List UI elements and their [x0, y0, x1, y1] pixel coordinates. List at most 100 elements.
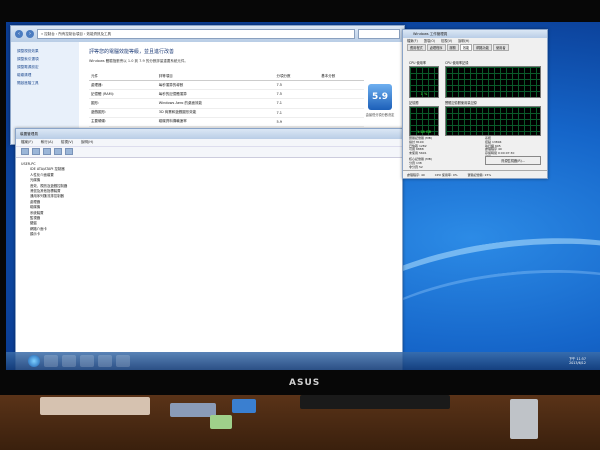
desk-device — [170, 403, 216, 417]
cpu-usage-label: CPU 使用率 — [409, 61, 427, 65]
column-header-subscore: 分項分數 — [274, 72, 320, 81]
sidebar-link-visual-effects[interactable]: 調整視覺效果 — [17, 49, 73, 54]
status-memory: 實體記憶體: 15% — [467, 172, 492, 177]
row-description: 3D 商業和遊戲圖形效能 — [156, 108, 275, 118]
taskbar: 下午 11:57 2013/6/12 — [6, 352, 600, 370]
search-input[interactable] — [358, 29, 400, 39]
desk-usb-drive — [210, 415, 232, 429]
menu-help[interactable]: 說明(H) — [81, 140, 93, 145]
row-description: 每秒運算的導數 — [156, 80, 275, 91]
back-arrow-icon[interactable]: ‹ — [15, 30, 23, 38]
memory-gauge: 1.28 GB — [409, 106, 439, 136]
sidebar-link-indexing[interactable]: 調整索引選項 — [17, 57, 73, 62]
desk-surface — [0, 395, 600, 450]
taskbar-controlpanel-icon[interactable] — [116, 355, 130, 367]
tab-users[interactable]: 使用者 — [493, 44, 509, 51]
address-bar: ‹ › « 控制台 › 所有控制台項目 › 效能資訊及工具 — [11, 26, 404, 42]
sidebar-link-power[interactable]: 調整電源設定 — [17, 65, 73, 70]
stat-row: 未使用 5691 — [409, 151, 432, 156]
menu-action[interactable]: 執行(A) — [41, 140, 53, 145]
status-cpu: CPU 使用率: 0% — [434, 172, 458, 177]
stat-label: 非分頁 — [409, 164, 419, 169]
clock-date: 2013/6/12 — [569, 361, 586, 365]
stat-value: 5691 — [418, 151, 427, 156]
desk-cup — [510, 399, 538, 439]
table-row: 處理器: 每秒運算的導數 7.5 — [89, 80, 364, 91]
page-title: 評等您的電腦效能等級，並且進行改善 — [89, 49, 175, 55]
menu-bar: 檔案(F) 執行(A) 檢視(V) 說明(H) — [16, 139, 402, 147]
row-score: 5.9 — [274, 117, 320, 127]
row-component: 圖形: — [89, 98, 157, 109]
desktop-screen: ‹ › « 控制台 › 所有控制台項目 › 效能資訊及工具 調整視覺效果 調整索… — [6, 22, 600, 370]
taskbar-ie-icon[interactable] — [44, 355, 58, 367]
tab-applications[interactable]: 應用程式 — [407, 44, 426, 51]
column-header-basescore: 基本分數 — [319, 72, 364, 81]
monitor-stand — [300, 395, 450, 409]
taskbar-explorer-icon[interactable] — [62, 355, 76, 367]
menu-view[interactable]: 檢視(V) — [61, 140, 73, 145]
table-row: 記憶體 (RAM): 每秒的記憶體運算 7.5 — [89, 89, 364, 100]
tab-performance[interactable]: 效能 — [459, 44, 473, 51]
column-header-rated: 評等項目 — [156, 72, 275, 81]
table-row: 遊戲圖形: 3D 商業和遊戲圖形效能 7.1 — [89, 108, 364, 118]
menu-file[interactable]: 檔案(F) — [21, 140, 33, 145]
scan-icon[interactable] — [65, 148, 73, 155]
kernel-memory-stats: 核心記憶體 (MB) 分頁 138 非分頁 52 — [409, 157, 432, 170]
base-score-caption: 由最低分項分數決定 — [365, 113, 395, 117]
row-score: 7.5 — [274, 80, 320, 91]
device-manager-window[interactable]: 裝置管理員 檔案(F) 執行(A) 檢視(V) 說明(H) USER-PC ID… — [15, 128, 403, 370]
row-description: Windows Aero 的桌面效能 — [156, 98, 275, 109]
row-component: 遊戲圖形: — [89, 108, 157, 118]
row-component: 主要硬碟: — [89, 117, 157, 127]
base-score-badge: 5.9 — [368, 84, 392, 110]
cpu-history-graph — [445, 66, 541, 98]
desk-papers — [40, 397, 150, 415]
row-score: 7.5 — [274, 89, 320, 100]
table-row: 圖形: Windows Aero 的桌面效能 7.1 — [89, 98, 364, 109]
taskbar-app-icon[interactable] — [98, 355, 112, 367]
memory-label: 記憶體 — [409, 101, 419, 105]
page-subtitle: Windows 體驗指數會以 1.0 到 7.9 的分數評量重要系統元件。 — [89, 59, 188, 63]
monitor-logo: ASUS — [289, 378, 321, 388]
sidebar-link-disk-cleanup[interactable]: 磁碟清理 — [17, 73, 73, 78]
row-component: 記憶體 (RAM): — [89, 89, 157, 100]
sidebar-link-advanced-tools[interactable]: 開啟進階工具 — [17, 81, 73, 86]
resource-monitor-button[interactable]: 資源監視器(R)... — [485, 156, 541, 165]
device-tree: USER-PC IDE ATA/ATAPI 控制器 人性化介面裝置 光碟機 音效… — [16, 158, 402, 241]
system-clock[interactable]: 下午 11:57 2013/6/12 — [569, 357, 586, 365]
table-row: 主要硬碟: 磁碟資料傳輸速率 5.9 — [89, 117, 364, 127]
row-description: 每秒的記憶體運算 — [156, 89, 275, 100]
address-field[interactable]: « 控制台 › 所有控制台項目 › 效能資訊及工具 — [37, 29, 355, 39]
window-title: Windows 工作管理員 — [403, 30, 547, 38]
forward-arrow-icon[interactable]: › — [26, 30, 34, 38]
score-table: 元件 評等項目 分項分數 基本分數 處理器: 每秒運算的導數 7.5 記憶體 (… — [89, 72, 364, 127]
help-icon[interactable] — [54, 148, 62, 155]
memory-history-label: 實體記憶體使用量記錄 — [445, 101, 477, 105]
task-manager-window[interactable]: Windows 工作管理員 檔案(F) 選項(O) 檢視(V) 說明(H) 應用… — [402, 29, 548, 179]
start-button[interactable] — [28, 355, 40, 367]
row-score: 7.1 — [274, 98, 320, 109]
tab-processes[interactable]: 處理程序 — [426, 44, 446, 51]
tab-services[interactable]: 服務 — [446, 44, 459, 51]
forward-icon[interactable] — [32, 148, 40, 155]
physical-memory-stats: 實體記憶體 (MB) 總計 8190 已快取 1282 可用 6888 未使用 … — [409, 136, 432, 156]
window-title: 裝置管理員 — [16, 129, 402, 139]
back-icon[interactable] — [21, 148, 29, 155]
toolbar — [16, 147, 402, 158]
tree-item[interactable]: 顯示卡 — [21, 232, 397, 237]
row-component: 處理器: — [89, 80, 157, 91]
taskbar-media-icon[interactable] — [80, 355, 94, 367]
column-header-component: 元件 — [89, 72, 157, 81]
status-bar: 處理程序: 40 CPU 使用率: 0% 實體記憶體: 15% — [403, 170, 547, 178]
desk-blue-object — [232, 399, 256, 413]
properties-icon[interactable] — [43, 148, 51, 155]
tab-strip: 應用程式 處理程序 服務 效能 網路功能 使用者 — [403, 44, 547, 51]
memory-value: 1.28 GB — [416, 130, 432, 134]
cpu-usage-gauge: 1 % — [409, 66, 439, 98]
status-processes: 處理程序: 40 — [407, 172, 425, 177]
tab-networking[interactable]: 網路功能 — [473, 44, 492, 51]
performance-info-window[interactable]: ‹ › « 控制台 › 所有控制台項目 › 效能資訊及工具 調整視覺效果 調整索… — [10, 25, 405, 145]
row-description: 磁碟資料傳輸速率 — [156, 117, 275, 127]
stat-row: 非分頁 52 — [409, 164, 432, 170]
stat-label: 未使用 — [409, 151, 419, 156]
